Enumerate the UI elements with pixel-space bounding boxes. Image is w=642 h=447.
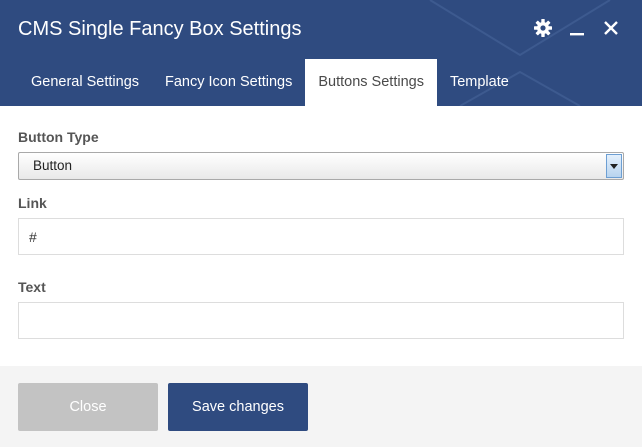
tab-general-settings[interactable]: General Settings <box>18 59 152 106</box>
close-button[interactable]: Close <box>18 383 158 431</box>
button-type-label: Button Type <box>18 129 99 145</box>
settings-form: Button Type Button Link Text <box>0 106 642 366</box>
header-controls <box>532 17 622 39</box>
dialog-header: CMS Single Fancy Box Settings General Se… <box>0 0 642 106</box>
tab-buttons-settings[interactable]: Buttons Settings <box>305 59 437 106</box>
minimize-icon[interactable] <box>566 17 588 39</box>
tab-template[interactable]: Template <box>437 59 522 106</box>
tab-fancy-icon-settings[interactable]: Fancy Icon Settings <box>152 59 305 106</box>
tab-bar: General Settings Fancy Icon Settings But… <box>18 59 522 106</box>
button-type-selected-value: Button <box>33 158 73 173</box>
button-type-select[interactable]: Button <box>18 152 624 180</box>
dialog-title: CMS Single Fancy Box Settings <box>18 18 302 40</box>
dropdown-arrow-icon[interactable] <box>606 154 622 178</box>
link-label: Link <box>18 195 47 211</box>
dialog-footer: Close Save changes <box>0 366 642 447</box>
link-input[interactable] <box>18 218 624 255</box>
text-label: Text <box>18 279 46 295</box>
close-icon[interactable] <box>600 17 622 39</box>
save-changes-button[interactable]: Save changes <box>168 383 308 431</box>
text-input[interactable] <box>18 302 624 339</box>
gear-icon[interactable] <box>532 17 554 39</box>
